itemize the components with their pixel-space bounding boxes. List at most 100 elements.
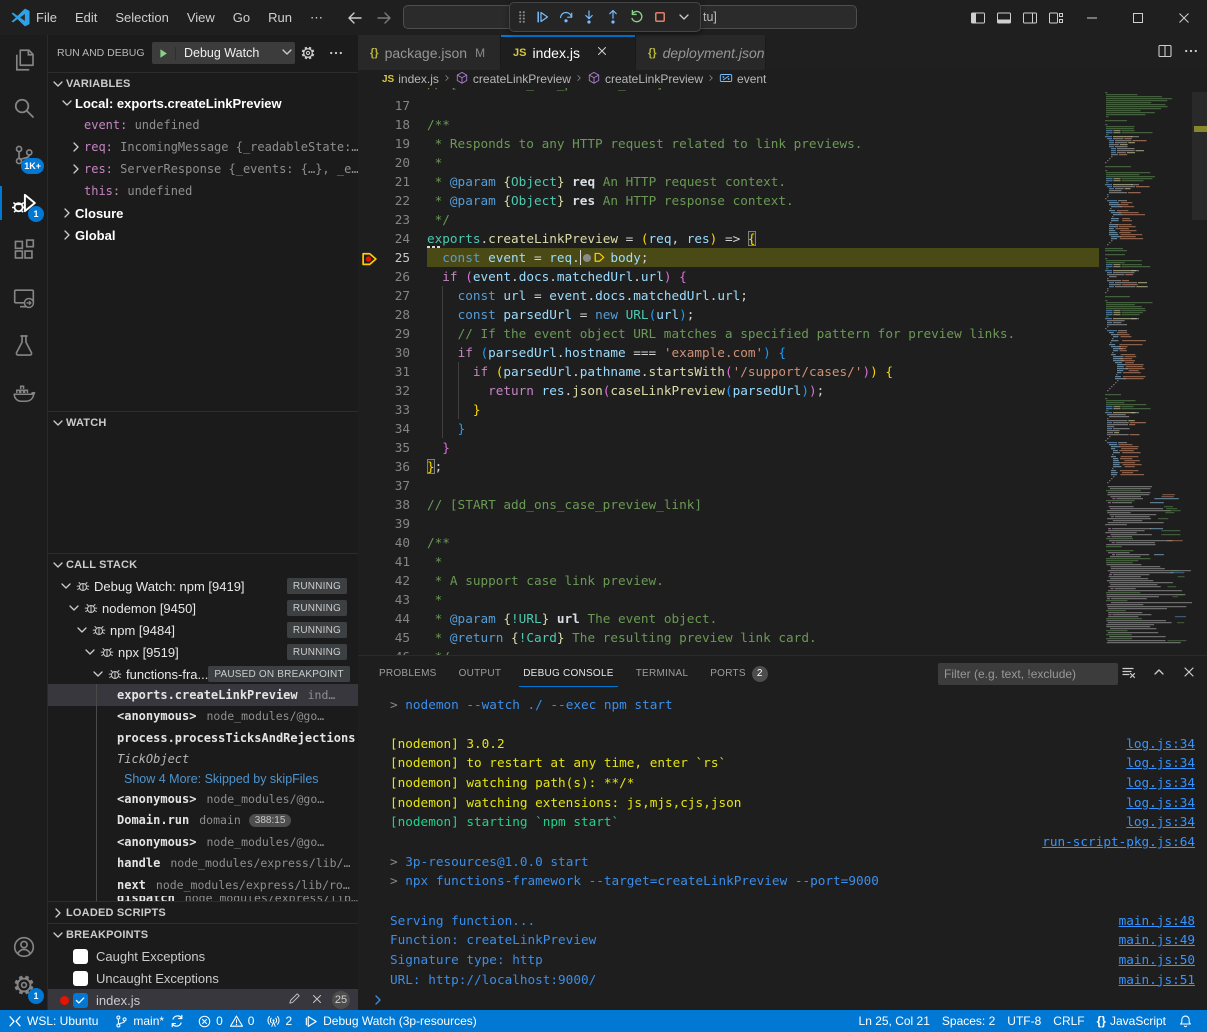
variable-row[interactable]: res: ServerResponse {_events: {…}, _e… xyxy=(48,158,358,180)
split-editor-icon[interactable] xyxy=(1157,43,1173,62)
menu-edit[interactable]: Edit xyxy=(66,6,106,30)
line-number[interactable]: 19 xyxy=(358,134,410,153)
callstack-frame-row[interactable]: TickObject xyxy=(48,749,358,771)
activitybar-run-and-debug[interactable]: 1 xyxy=(0,179,48,227)
callstack-frame-row[interactable]: <anonymous>node_modules/@go… xyxy=(48,706,358,728)
line-number[interactable]: 39 xyxy=(358,514,410,533)
nav-forward-icon[interactable] xyxy=(376,10,392,26)
start-debug-icon[interactable] xyxy=(152,47,176,60)
step-into-icon[interactable] xyxy=(577,4,601,30)
variable-row[interactable]: this: undefined xyxy=(48,180,358,202)
line-number[interactable]: 34 xyxy=(358,419,410,438)
layout-sidebar-right-icon[interactable] xyxy=(1017,0,1043,35)
chevron-down-icon[interactable] xyxy=(50,415,66,431)
chevron-down-icon[interactable] xyxy=(50,76,66,92)
statusbar-spaces-2[interactable]: Spaces: 2 xyxy=(936,1010,1001,1032)
chevron-down-icon[interactable] xyxy=(58,578,74,594)
minimap[interactable] xyxy=(1099,88,1192,655)
line-number[interactable]: 17 xyxy=(358,96,410,115)
line-number[interactable]: 22 xyxy=(358,191,410,210)
line-number[interactable]: 33 xyxy=(358,400,410,419)
line-number[interactable]: 30 xyxy=(358,343,410,362)
statusbar-bell[interactable] xyxy=(1172,1010,1199,1032)
console-filter-input[interactable]: Filter (e.g. text, !exclude) xyxy=(938,663,1118,685)
debug-settings-gear-icon[interactable] xyxy=(300,45,316,64)
tab-close-icon[interactable] xyxy=(594,44,610,61)
variables-scope-row[interactable]: Local: exports.createLinkPreview xyxy=(48,92,358,114)
panel-tab-problems[interactable]: PROBLEMS xyxy=(375,656,441,691)
breadcrumb-item[interactable]: JSindex.js xyxy=(382,72,439,86)
console-source-link[interactable]: log.js:34 xyxy=(1126,734,1195,754)
callstack-session-row[interactable]: nodemon [9450]RUNNING xyxy=(48,597,358,619)
close-panel-icon[interactable] xyxy=(1181,664,1197,683)
variables-scope-row[interactable]: Global xyxy=(48,224,358,246)
code-editor[interactable]: 16// [START add_ons_preview_link]1718/**… xyxy=(358,88,1099,655)
statusbar-utf-8[interactable]: UTF-8 xyxy=(1001,1010,1047,1032)
console-source-link[interactable]: log.js:34 xyxy=(1126,773,1195,793)
breakpoint-row[interactable]: index.js25 xyxy=(48,989,358,1010)
line-number[interactable]: 29 xyxy=(358,324,410,343)
console-source-link[interactable]: log.js:34 xyxy=(1126,753,1195,773)
breakpoint-row[interactable]: Uncaught Exceptions xyxy=(48,967,358,989)
breadcrumb-item[interactable]: event xyxy=(719,71,766,88)
breakpoint-row[interactable]: Caught Exceptions xyxy=(48,945,358,967)
nav-back-icon[interactable] xyxy=(347,10,363,26)
breakpoint-checkbox[interactable] xyxy=(73,949,88,964)
layout-customize-icon[interactable] xyxy=(1043,0,1069,35)
section-variables[interactable]: VARIABLES xyxy=(48,72,358,94)
variable-row[interactable]: event: undefined xyxy=(48,114,358,136)
breadcrumb[interactable]: JSindex.jscreateLinkPreviewcreateLinkPre… xyxy=(358,70,1207,88)
line-number[interactable]: 21 xyxy=(358,172,410,191)
chevron-right-icon[interactable] xyxy=(59,227,75,243)
statusbar-crlf[interactable]: CRLF xyxy=(1047,1010,1090,1032)
callstack-frame-row[interactable]: <anonymous>node_modules/@go… xyxy=(48,831,358,853)
panel-tab-terminal[interactable]: TERMINAL xyxy=(632,656,693,691)
tab-index.js[interactable]: JSindex.js xyxy=(501,35,636,70)
layout-panel-icon[interactable] xyxy=(991,0,1017,35)
chevron-down-icon[interactable] xyxy=(672,4,696,30)
callstack-frame-row[interactable]: process.processTicksAndRejections xyxy=(48,727,358,749)
scrollbar-slider[interactable] xyxy=(1192,92,1207,220)
show-more-link[interactable]: Show 4 More: Skipped by skipFiles xyxy=(124,772,319,786)
line-number[interactable]: 41 xyxy=(358,552,410,571)
continue-icon[interactable] xyxy=(530,4,554,30)
panel-tab-ports[interactable]: PORTS2 xyxy=(706,656,772,691)
breakpoint-checkbox[interactable] xyxy=(73,971,88,986)
callstack-session-row[interactable]: Debug Watch: npm [9419]RUNNING xyxy=(48,575,358,597)
panel-tab-output[interactable]: OUTPUT xyxy=(455,656,506,691)
stop-icon[interactable] xyxy=(649,4,673,30)
line-number[interactable]: 44 xyxy=(358,609,410,628)
statusbar-javascript[interactable]: {}JavaScript xyxy=(1091,1010,1172,1032)
section-loaded-scripts[interactable]: LOADED SCRIPTS xyxy=(48,901,358,923)
menu-[interactable]: ⋯ xyxy=(301,6,332,30)
activitybar-testing[interactable] xyxy=(0,321,48,369)
breakpoint-current-frame-icon[interactable] xyxy=(361,250,378,267)
chevron-down-icon[interactable] xyxy=(82,644,98,660)
activitybar-search[interactable] xyxy=(0,84,48,132)
line-number[interactable]: 37 xyxy=(358,476,410,495)
edit-breakpoint-icon[interactable] xyxy=(287,991,302,1009)
window-minimize-icon[interactable] xyxy=(1069,0,1115,35)
activitybar-explorer[interactable] xyxy=(0,36,48,84)
line-number[interactable]: 26 xyxy=(358,267,410,286)
chevron-down-icon[interactable] xyxy=(90,666,106,682)
clear-console-icon[interactable] xyxy=(1121,664,1137,683)
console-input[interactable] xyxy=(358,991,1207,1011)
console-source-link[interactable]: main.js:51 xyxy=(1119,970,1195,990)
chevron-down-icon[interactable] xyxy=(50,927,66,943)
layout-sidebar-left-icon[interactable] xyxy=(965,0,991,35)
menu-run[interactable]: Run xyxy=(259,6,301,30)
callstack-session-row[interactable]: npx [9519]RUNNING xyxy=(48,641,358,663)
statusbar-wsl-ubuntu[interactable]: WSL: Ubuntu xyxy=(0,1010,108,1032)
section-call-stack[interactable]: CALL STACK xyxy=(48,553,358,575)
line-number[interactable]: 42 xyxy=(358,571,410,590)
breadcrumb-item[interactable]: createLinkPreview xyxy=(455,71,571,88)
console-source-link[interactable]: log.js:34 xyxy=(1126,793,1195,813)
section-breakpoints[interactable]: BREAKPOINTS xyxy=(48,923,358,945)
line-number[interactable]: 40 xyxy=(358,533,410,552)
line-number[interactable]: 27 xyxy=(358,286,410,305)
breakpoint-checkbox[interactable] xyxy=(73,993,88,1008)
line-number[interactable]: 24 xyxy=(358,229,410,248)
line-number[interactable]: 38 xyxy=(358,495,410,514)
sidebar-more-actions-icon[interactable] xyxy=(328,45,344,64)
